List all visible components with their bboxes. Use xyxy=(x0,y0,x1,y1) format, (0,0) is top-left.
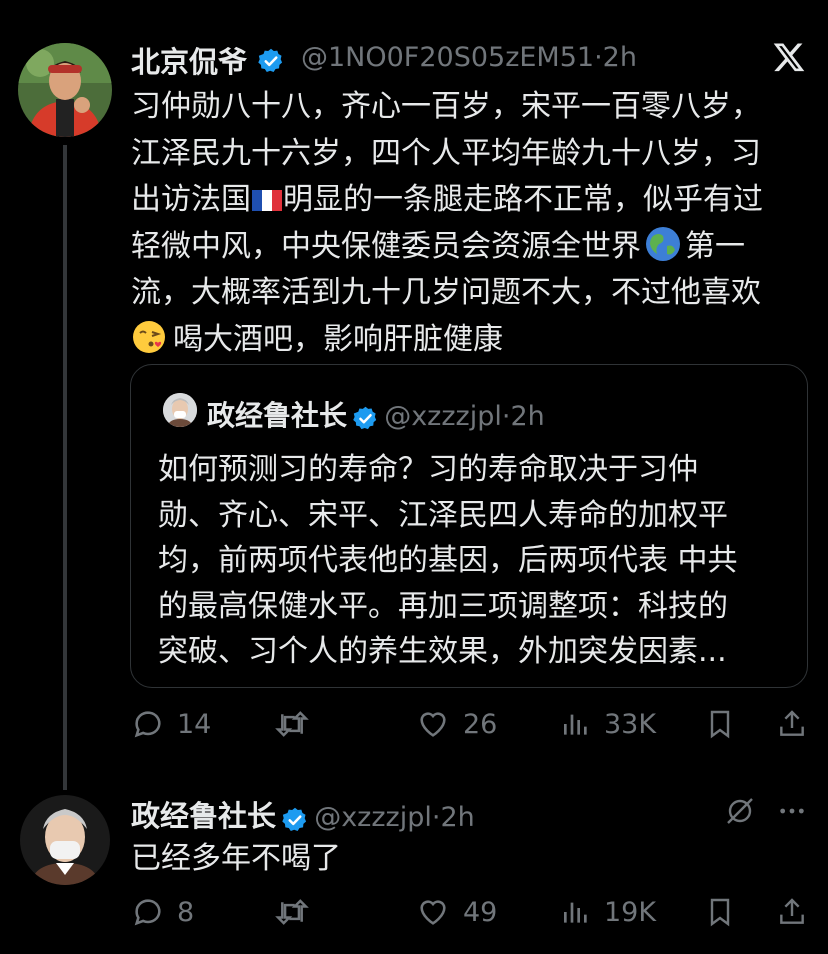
tweet-time[interactable]: 2h xyxy=(603,42,637,73)
reply-time[interactable]: 2h xyxy=(440,802,474,833)
more-icon[interactable] xyxy=(776,795,808,827)
reply-button[interactable]: 14 xyxy=(131,707,211,741)
tweet-line: 江泽民九十六岁，四个人平均年龄九十八岁，习 xyxy=(131,135,761,171)
reply-views-button[interactable]: 19K xyxy=(560,895,656,929)
views-count: 19K xyxy=(604,896,657,928)
views-count: 33K xyxy=(604,708,657,740)
author-handle-row: @1NO0F20S05zEM51·2h xyxy=(301,42,637,73)
reply-icon xyxy=(134,899,161,926)
quote-line: 均，前两项代表他的基因，后两项代表 中共 xyxy=(158,543,738,578)
tweet-line: 轻微中风，中央保健委员会资源全世界 第一 xyxy=(131,224,811,271)
reply-count: 14 xyxy=(177,708,212,740)
views-icon xyxy=(564,902,587,923)
reply-icon xyxy=(134,711,161,738)
share-button[interactable] xyxy=(776,707,808,741)
author-handle[interactable]: @1NO0F20S05zEM51 xyxy=(301,42,594,73)
tweet-text: 习仲勋八十八，齐心一百岁，宋平一百零八岁， 江泽民九十六岁，四个人平均年龄九十八… xyxy=(131,84,811,363)
tweet-line-part: 明显的一条腿走路不正常，似乎有过 xyxy=(283,182,763,217)
quote-header: 政经鲁社长 @xzzzjpl·2h xyxy=(207,394,545,436)
like-count: 26 xyxy=(463,708,498,740)
quote-line: 的最高保健水平。再加三项调整项：科技的 xyxy=(158,588,728,624)
views-icon xyxy=(564,714,587,735)
retweet-icon xyxy=(275,899,309,925)
tweet-line-part: 轻微中风，中央保健委员会资源全世界 xyxy=(131,228,641,264)
verified-badge-icon xyxy=(257,47,285,82)
like-icon xyxy=(420,900,446,925)
reply-bookmark-button[interactable] xyxy=(704,895,736,929)
quote-line: 突破、习个人的养生效果，外加突发因素... xyxy=(158,634,727,669)
reply-author-handle[interactable]: @xzzzjpl xyxy=(314,802,432,833)
thread-line xyxy=(63,145,67,790)
views-button[interactable]: 33K xyxy=(560,707,656,741)
author-name[interactable]: 北京侃爷 xyxy=(131,39,285,82)
reply-header: 政经鲁社长 @xzzzjpl·2h xyxy=(131,793,475,838)
quote-avatar[interactable] xyxy=(163,393,197,427)
globe-icon xyxy=(645,226,681,262)
like-icon xyxy=(420,712,446,737)
quote-line: 勋、齐心、宋平、江泽民四人寿命的加权平 xyxy=(158,497,728,533)
author-name-text[interactable]: 北京侃爷 xyxy=(131,45,247,79)
like-count: 49 xyxy=(463,896,498,928)
tweet-line-part: 第一 xyxy=(685,228,745,264)
reply-like-button[interactable]: 49 xyxy=(415,895,497,929)
bookmark-icon xyxy=(710,710,730,739)
tweet-line: 流，大概率活到九十几岁问题不大，不过他喜欢 xyxy=(131,275,761,310)
quote-author-name[interactable]: 政经鲁社长 xyxy=(207,399,347,432)
quote-time[interactable]: 2h xyxy=(510,401,544,432)
verified-badge-icon xyxy=(281,806,309,838)
like-button[interactable]: 26 xyxy=(415,707,497,741)
tweet-line: 喝大酒吧，影响肝脏健康 xyxy=(131,317,811,364)
french-flag-icon xyxy=(252,179,282,211)
quoted-tweet[interactable]: 政经鲁社长 @xzzzjpl·2h 如何预测习的寿命？习的寿命取决于习仲 勋、齐… xyxy=(130,364,808,688)
reply-retweet-button[interactable] xyxy=(274,895,322,929)
reply-text: 已经多年不喝了 xyxy=(131,841,341,876)
quote-line: 如何预测习的寿命？习的寿命取决于习仲 xyxy=(158,452,698,487)
bookmark-icon xyxy=(710,898,730,927)
bookmark-button[interactable] xyxy=(704,707,736,741)
tweet-line-part: 喝大酒吧，影响肝脏健康 xyxy=(173,321,503,357)
share-icon xyxy=(780,710,804,736)
grok-icon[interactable] xyxy=(724,795,756,827)
reply-reply-button[interactable]: 8 xyxy=(131,895,194,929)
reply-avatar[interactable] xyxy=(20,795,110,885)
quote-text: 如何预测习的寿命？习的寿命取决于习仲 勋、齐心、宋平、江泽民四人寿命的加权平 均… xyxy=(158,447,798,675)
x-logo-icon[interactable] xyxy=(772,40,806,74)
retweet-button[interactable] xyxy=(274,707,322,741)
tweet-line: 习仲勋八十八，齐心一百岁，宋平一百零八岁， xyxy=(131,89,761,124)
retweet-icon xyxy=(275,711,309,737)
verified-badge-icon xyxy=(352,405,379,436)
quote-author-handle[interactable]: @xzzzjpl xyxy=(384,401,502,432)
reply-author-name[interactable]: 政经鲁社长 xyxy=(131,799,276,833)
face-blowing-kiss-icon xyxy=(131,319,167,355)
reply-share-button[interactable] xyxy=(776,895,808,929)
reply-count: 8 xyxy=(177,896,195,928)
tweet-line-part: 出访法国 xyxy=(131,182,251,217)
avatar[interactable] xyxy=(18,43,112,137)
tweet-line: 出访法国 明显的一条腿走路不正常，似乎有过 xyxy=(131,177,811,224)
share-icon xyxy=(780,898,804,924)
